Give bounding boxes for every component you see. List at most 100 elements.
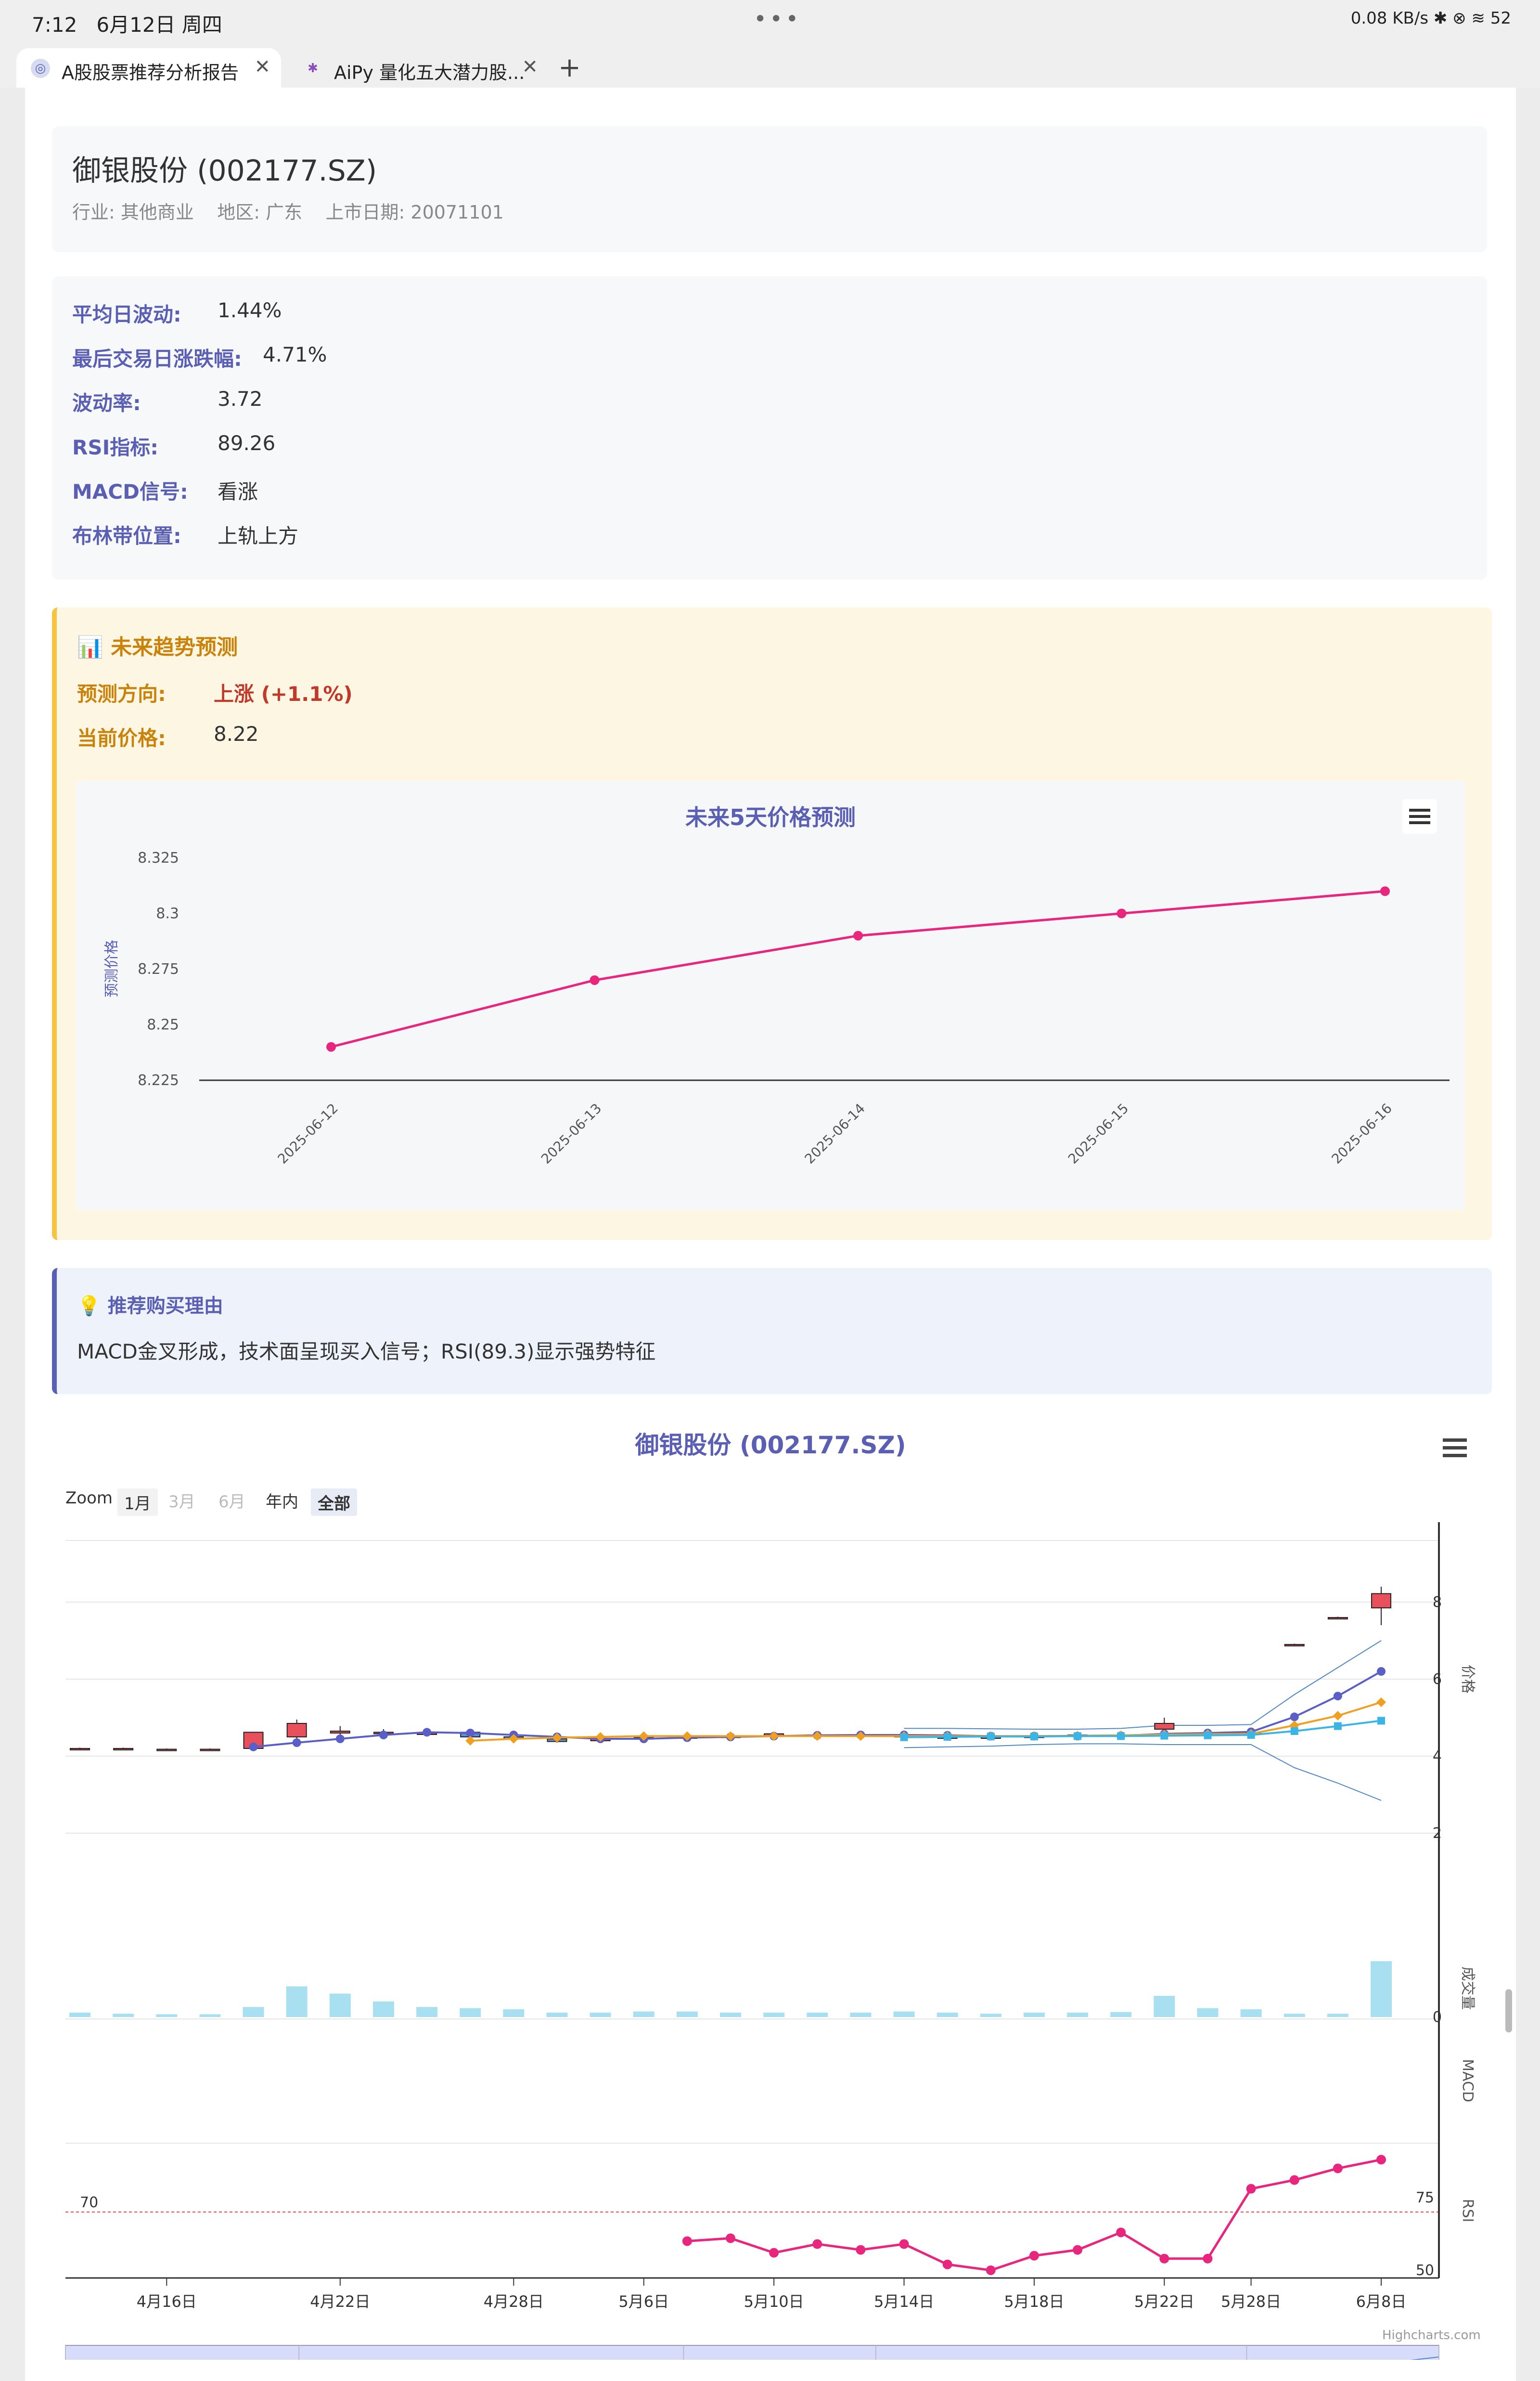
metric-label: 布林带位置: [72,524,181,548]
ma5-point [335,1734,345,1743]
reason-title: 💡 推荐购买理由 [77,1295,223,1317]
forecast-chart: 未来5天价格预测 预测价格 8.225 8.25 8.275 8.3 8.325 2025… [76,781,1465,1210]
zoom-6m-button[interactable]: 6月 [218,1488,245,1512]
more-dots-icon[interactable]: ••• [754,6,801,32]
boll-lower-line [904,1743,1382,1801]
ma20-point [1030,1733,1038,1741]
page-scrollbar[interactable] [1505,1989,1512,2032]
metric-value: 3.72 [218,387,263,411]
highcharts-credits[interactable]: Highcharts.com [1382,2328,1481,2342]
metric-label: RSI指标: [72,436,159,459]
ma20-point [943,1733,951,1741]
rsi-point [1333,2163,1343,2174]
ma5-point [1333,1692,1342,1701]
x-tick-label: 5月18日 [1004,2292,1064,2311]
new-tab-icon[interactable]: + [558,52,581,83]
volume-bar [1371,1961,1392,2017]
x-tick-label: 2025-06-16 [1329,1100,1395,1167]
volume-bar [850,2012,872,2017]
metric-value: 上轨上方 [218,524,299,548]
zoom-all-button[interactable]: 全部 [311,1488,357,1516]
rsi-point [856,2245,866,2255]
volume-bar [893,2011,915,2017]
x-tick-label: 5月10日 [744,2292,804,2311]
rsi-point [1203,2253,1213,2264]
chart-menu-button[interactable] [1402,799,1437,834]
price-tick-label: 8 [1433,1594,1442,1611]
aipy-logo-icon: ✱ [308,61,318,76]
volume-bar [807,2012,828,2017]
x-tick-label: 4月22日 [310,2292,370,2311]
forecast-point [326,1042,336,1052]
metric-label: 波动率: [72,391,141,415]
volume-bar [69,2012,90,2017]
volume-bar [763,2012,785,2017]
volume-bar [1067,2012,1089,2017]
zoom-1m-button[interactable]: 1月 [117,1488,158,1516]
rsi-point [1246,2184,1256,2194]
rsi-point [1376,2155,1386,2165]
candle-body [113,1748,134,1750]
volume-bar [1283,2014,1305,2017]
stock-chart-title: 御银股份 (002177.SZ) [635,1431,906,1459]
stock-title: 御银股份 (002177.SZ) [72,154,377,188]
y-tick-label: 8.25 [147,1017,179,1034]
stock-chart-menu-icon[interactable] [1443,1438,1467,1460]
rsi-point [726,2233,735,2243]
ma20-point [1117,1732,1125,1740]
ma10-point [769,1731,779,1741]
ma5-point [423,1728,432,1737]
status-icons: 0.08 KB/s ✱ ⊗ ≋ 52 [1350,9,1511,28]
x-tick-label: 4月16日 [137,2292,197,2311]
ma5-point [292,1738,301,1747]
volume-bar [676,2011,698,2017]
tab-aipy[interactable]: ✱ AiPy 量化五大潜力股... ✕ [289,48,549,88]
ma10-point [1376,1697,1386,1707]
metric-label: 最后交易日涨跌幅: [72,347,242,371]
x-tick-label: 2025-06-15 [1065,1100,1131,1167]
volume-bar [980,2014,1001,2017]
system-status-bar: 7:12 6月12日 周四 ••• 0.08 KB/s ✱ ⊗ ≋ 52 [0,0,1540,43]
ma20-point [1377,1717,1385,1725]
zoom-ytd-button[interactable]: 年内 [266,1488,298,1512]
volume-bar [633,2011,654,2017]
close-tab-icon[interactable]: ✕ [254,56,270,78]
price-axis-title: 价格 [1459,1665,1476,1694]
volume-bar [546,2012,568,2017]
ma20-point [1204,1731,1212,1739]
price-tick-label: 6 [1433,1671,1442,1688]
ma20-point [900,1733,908,1741]
y-tick-label: 8.225 [138,1072,179,1089]
forecast-point [1116,908,1127,919]
volume-bar [590,2012,611,2017]
globe-icon: ◎ [31,59,50,78]
rsi-70-label: 70 [80,2194,98,2211]
tab-stock-report[interactable]: ◎ A股股票推荐分析报告 ✕ [16,48,281,88]
report-page: 御银股份 (002177.SZ) 行业: 其他商业 地区: 广东 上市日期: 2… [25,88,1516,2381]
volume-bar [1327,2014,1348,2017]
zoom-3m-button[interactable]: 3月 [168,1488,195,1512]
forecast-point [590,975,600,985]
current-price-label: 当前价格: [77,726,166,750]
metric-label: MACD信号: [72,480,188,504]
tab-label: A股股票推荐分析报告 [62,62,239,83]
forecast-y-axis-title: 预测价格 [103,940,120,997]
volume-bar [243,2007,264,2017]
x-tick-label: 5月28日 [1221,2292,1281,2311]
rsi-point [986,2265,996,2275]
volume-bar [199,2014,221,2017]
volume-bar [1154,1995,1175,2017]
forecast-direction-value: 上涨 (+1.1%) [214,682,353,706]
candle-body [156,1748,177,1751]
metric-value: 看涨 [218,480,258,504]
rsi-axis-title: RSI [1459,2199,1476,2223]
close-tab-icon[interactable]: ✕ [522,56,538,78]
x-tick-label: 4月28日 [484,2292,544,2311]
candle-body [330,1731,350,1734]
candle-body [200,1748,220,1751]
x-tick-label: 6月8日 [1356,2292,1407,2311]
stock-header-card: 御银股份 (002177.SZ) 行业: 其他商业 地区: 广东 上市日期: 2… [52,126,1487,252]
forecast-point [853,931,863,941]
rsi-point [769,2248,779,2258]
rsi-point [1159,2253,1169,2264]
